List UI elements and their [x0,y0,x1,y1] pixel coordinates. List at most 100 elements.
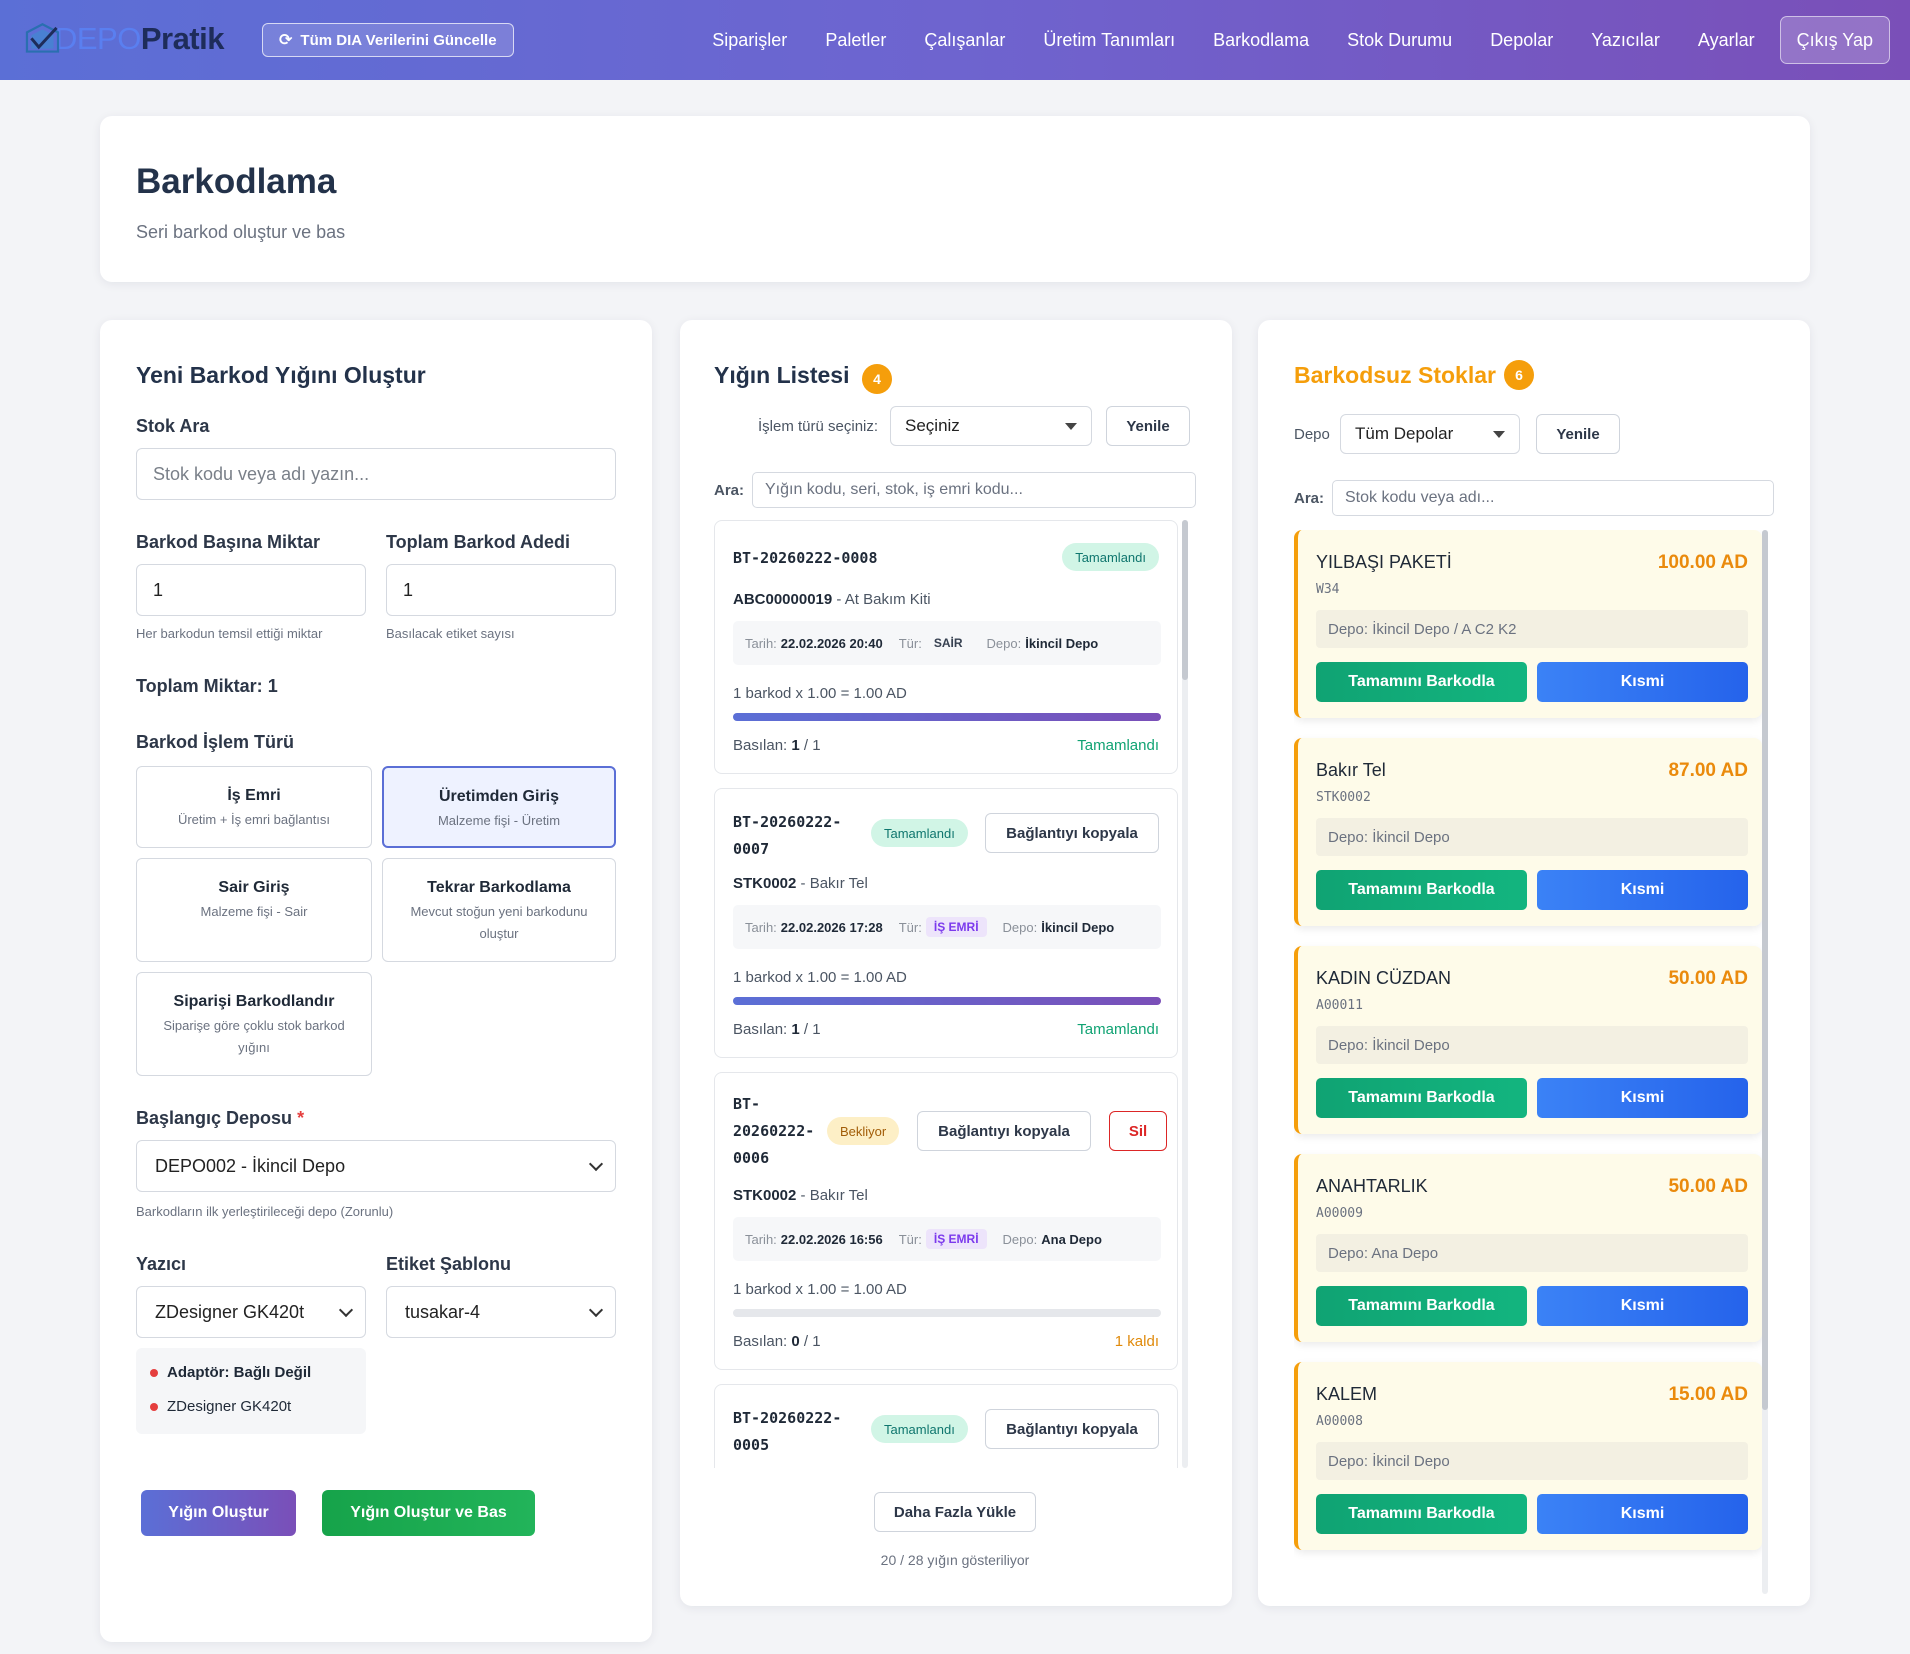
total-barcode-count-input[interactable]: 1 [386,564,616,616]
batch-list-scrollbar[interactable] [1182,520,1188,1468]
app-logo[interactable]: DEPOPratik [24,14,225,64]
op-type-desc: Üretim + İş emri bağlantısı [177,812,331,827]
nav-link-ayarlar[interactable]: Ayarlar [1679,30,1774,51]
barcode-partial-button[interactable]: Kısmi [1537,1078,1748,1118]
batch-progress-bar [733,997,1161,1005]
barcode-all-button[interactable]: Tamamını Barkodla [1316,1078,1527,1118]
nav-link-barkodlama[interactable]: Barkodlama [1194,30,1328,51]
sync-dia-button[interactable]: ⟳ Tüm DIA Verilerini Güncelle [262,23,514,57]
label-template-select[interactable]: tusakar-4 [386,1286,616,1338]
nav-link-stok-durumu[interactable]: Stok Durumu [1328,30,1471,51]
batch-count-badge: 4 [862,364,892,394]
create-batch-title: Yeni Barkod Yığını Oluştur [136,362,426,388]
depot-filter-value: Tüm Depolar [1355,424,1454,443]
op-type-siparisi-barkodlandir[interactable]: Siparişi Barkodlandır Siparişe göre çokl… [136,972,372,1076]
delete-batch-button[interactable]: Sil [1109,1111,1167,1151]
total-qty: Toplam Miktar: 1 [136,676,278,696]
stock-name: YILBAŞI PAKETİ [1316,552,1452,572]
stock-list-scrollbar[interactable] [1762,530,1768,1594]
nav-link-uretim-tanimlari[interactable]: Üretim Tanımları [1024,30,1194,51]
nav-link-depolar[interactable]: Depolar [1471,30,1572,51]
barcode-partial-button[interactable]: Kısmi [1537,1494,1748,1534]
status-badge: Tamamlandı [871,1415,968,1443]
op-type-desc: Mevcut stoğun yeni barkodunu oluştur [410,904,588,941]
op-type-uretimden-giris[interactable]: Üretimden Giriş Malzeme fişi - Üretim [382,766,616,848]
batch-search-input[interactable]: Yığın kodu, seri, stok, iş emri kodu... [752,472,1196,508]
nav-links: Siparişler Paletler Çalışanlar Üretim Ta… [693,16,1890,64]
nav-link-calisanlar[interactable]: Çalışanlar [905,30,1024,51]
depot-filter-select[interactable]: Tüm Depolar [1340,414,1520,454]
stock-refresh-button[interactable]: Yenile [1536,414,1620,454]
copy-link-button[interactable]: Bağlantıyı kopyala [917,1111,1091,1151]
load-more-button[interactable]: Daha Fazla Yükle [874,1492,1036,1532]
op-type-is-emri[interactable]: İş Emri Üretim + İş emri bağlantısı [136,766,372,848]
status-badge: Bekliyor [827,1117,900,1145]
barcode-partial-button[interactable]: Kısmi [1537,1286,1748,1326]
barcode-all-button[interactable]: Tamamını Barkodla [1316,870,1527,910]
stock-code: A00011 [1316,998,1363,1013]
stock-card: KADIN CÜZDAN A00011 50.00 AD Depo: İkinc… [1294,946,1762,1134]
adapter-printer-text: ZDesigner GK420t [167,1398,292,1415]
printer-value: ZDesigner GK420t [155,1301,305,1322]
barcode-partial-button[interactable]: Kısmi [1537,662,1748,702]
scrollbar-thumb[interactable] [1182,520,1188,680]
per-barcode-qty-input[interactable]: 1 [136,564,366,616]
batch-progress-bar [733,1309,1161,1317]
stock-depot: Depo: İkincil Depo [1316,1442,1748,1480]
stock-search-input[interactable]: Stok kodu veya adı yazın... [136,448,616,500]
label-template-value: tusakar-4 [405,1301,481,1322]
stock-depot: Depo: Ana Depo [1316,1234,1748,1272]
refresh-icon: ⟳ [279,32,293,49]
start-depot-label: Başlangıç Deposu * [136,1108,305,1128]
op-type-tekrar-barkodlama[interactable]: Tekrar Barkodlama Mevcut stoğun yeni bar… [382,858,616,962]
op-type-title: Sair Giriş [218,879,290,896]
stock-qty: 50.00 AD [1668,968,1748,989]
op-type-title: Tekrar Barkodlama [427,879,571,896]
batch-list-title: Yığın Listesi [714,362,850,388]
batch-progress-bar [733,713,1161,721]
create-print-batch-button[interactable]: Yığın Oluştur ve Bas [322,1490,535,1536]
stock-qty: 87.00 AD [1668,760,1748,781]
scrollbar-thumb[interactable] [1762,530,1768,1410]
op-type-title: Siparişi Barkodlandır [173,993,335,1010]
batch-refresh-button[interactable]: Yenile [1106,406,1190,446]
batch-search-label: Ara: [714,482,745,499]
barcode-all-button[interactable]: Tamamını Barkodla [1316,1286,1527,1326]
batch-state: 1 kaldı [1114,1333,1159,1350]
page-subtitle: Seri barkod oluştur ve bas [136,222,346,242]
op-type-title: Üretimden Giriş [438,788,560,805]
op-type-sair-giris[interactable]: Sair Giriş Malzeme fişi - Sair [136,858,372,962]
stock-code: A00009 [1316,1206,1363,1221]
unbarcoded-search-input[interactable]: Stok kodu veya adı... [1332,480,1774,516]
warehouse-logo-icon [25,22,60,53]
nav-link-paletler[interactable]: Paletler [806,30,905,51]
barcode-all-button[interactable]: Tamamını Barkodla [1316,1494,1527,1534]
chevron-down-icon [588,1156,604,1172]
batch-shown-info: 20 / 28 yığın gösteriliyor [880,1552,1030,1568]
printer-select[interactable]: ZDesigner GK420t [136,1286,366,1338]
batch-state: Tamamlandı [1077,1021,1159,1038]
copy-link-button[interactable]: Bağlantıyı kopyala [985,1409,1159,1449]
nav-link-yazicilar[interactable]: Yazıcılar [1572,30,1679,51]
start-depot-select[interactable]: DEPO002 - İkincil Depo [136,1140,616,1192]
stock-depot: Depo: İkincil Depo / A C2 K2 [1316,610,1748,648]
stock-card: ANAHTARLIK A00009 50.00 AD Depo: Ana Dep… [1294,1154,1762,1342]
per-barcode-qty-hint: Her barkodun temsil ettiği miktar [136,626,323,641]
batch-stock: ABC00000019 - At Bakım Kiti [733,591,931,608]
create-batch-panel: Yeni Barkod Yığını Oluştur Stok Ara Stok… [100,320,652,1642]
logout-button[interactable]: Çıkış Yap [1779,16,1890,64]
barcode-all-button[interactable]: Tamamını Barkodla [1316,662,1527,702]
page-header: Barkodlama Seri barkod oluştur ve bas [100,116,1810,282]
op-filter-select[interactable]: Seçiniz [890,406,1092,446]
batch-stock: STK0002 - Bakır Tel [733,1187,868,1204]
nav-link-siparisler[interactable]: Siparişler [693,30,806,51]
batch-item: BT-20260222- 0007 Tamamlandı Bağlantıyı k… [714,788,1178,1058]
copy-link-button[interactable]: Bağlantıyı kopyala [985,813,1159,853]
top-navbar: DEPOPratik ⟳ Tüm DIA Verilerini Güncelle… [0,0,1910,80]
batch-code: BT- 20260222- 0006 [733,1095,815,1167]
barcode-partial-button[interactable]: Kısmi [1537,870,1748,910]
start-depot-value: DEPO002 - İkincil Depo [155,1155,346,1176]
create-batch-button[interactable]: Yığın Oluştur [141,1490,296,1536]
printer-label: Yazıcı [136,1254,187,1274]
batch-state: Tamamlandı [1077,737,1159,754]
